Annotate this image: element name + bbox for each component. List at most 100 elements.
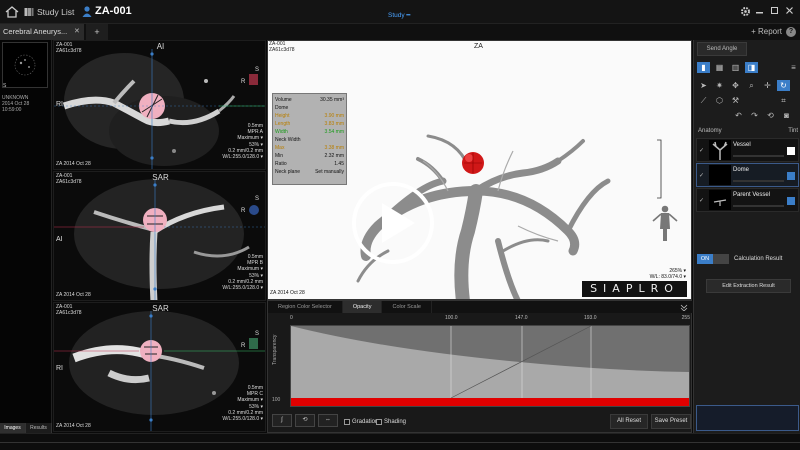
opacity-curve-graph[interactable] [290,325,690,407]
play-icon[interactable] [351,181,435,265]
add-tab-button[interactable]: + [86,24,108,40]
minimize-icon[interactable] [755,6,764,15]
gradation-checkbox[interactable]: Gradation [344,419,378,425]
window-level-select[interactable]: W/L:255.0/128.0 ▾ [222,416,263,422]
crosshair-icon[interactable]: ✛ [761,80,774,91]
patient-tab[interactable]: ZA-001 [82,5,132,17]
home-icon[interactable] [5,6,19,18]
tab-color-scale[interactable]: Color Scale [382,301,432,313]
color-ramp-bar [291,398,689,406]
axis-tick: 0 [290,315,293,321]
rotate-icon[interactable]: ↻ [777,80,790,91]
aneurysm-measurement-panel[interactable]: Volume 30.35 mm³ Dome Height 3.90 mm Lengt… [272,93,347,185]
calculation-result-toggle[interactable]: ON [697,254,729,264]
shading-label: Shading [384,419,407,425]
measure-row: Neck Width [275,136,344,144]
measure-row: Length 3.83 mm [275,120,344,128]
pan-icon[interactable]: ✥ [729,80,742,91]
menu-icon[interactable]: ≡ [787,62,800,73]
volume-render-view[interactable]: ZA-001 ZA61c3d78 ZA Volume 30.35 mm³ Dome… [267,40,692,300]
zoom-icon[interactable]: ⌕ [745,80,758,91]
measure-row: Ratio 1.45 [275,160,344,168]
measure-row: Width 3.54 mm [275,128,344,136]
study-list-button[interactable]: Study List [24,6,74,18]
mpr-view-c[interactable]: ZA-001 ZA61c3d78 SAR RI S R 0.5mm MPR C … [53,302,266,432]
tab-close-icon[interactable]: ✕ [74,27,80,35]
tab-region-color-selector[interactable]: Region Color Selector [268,301,343,313]
layout-2x2-icon[interactable]: ▦ [713,62,726,73]
notes-box[interactable] [696,405,799,431]
study-list-label: Study List [37,7,75,17]
opacity-slider[interactable] [733,155,784,157]
series-header: ZA-001 ZA61c3d78 [269,41,295,53]
window-level-select[interactable]: W/L:255.0/128.0 ▾ [222,285,263,291]
report-button[interactable]: + Report [751,27,782,36]
checkbox-box[interactable] [376,419,382,425]
close-icon[interactable] [785,6,794,15]
curve-range-button[interactable]: ⇔ [318,414,338,427]
crop-icon[interactable]: ⌗ [777,95,790,106]
camera-icon[interactable]: ◙ [780,110,793,121]
curve-edit-button[interactable]: ⟲ [295,414,315,427]
tab-opacity[interactable]: Opacity [342,301,383,313]
edit-extraction-result-button[interactable]: Edit Extraction Result [706,279,791,293]
visibility-check-icon[interactable]: ✓ [699,172,704,179]
volume-icon[interactable]: ⬡ [713,95,726,106]
ortho-left-label: R [241,208,246,214]
opacity-slider[interactable] [733,180,784,182]
visibility-check-icon[interactable]: ✓ [699,197,704,204]
axis-tick: 193.0 [584,315,597,321]
mpr-view-a[interactable]: ZA-001 ZA61c3d78 AI RI S R 0.5mm MPR A M… [53,40,266,170]
shading-checkbox[interactable]: Shading [376,419,406,425]
mpr-info: 0.5mm MPR A Maximum ▾ 53% ▾ 0.2 mm/0.2 m… [222,123,263,160]
study-menu[interactable]: Study ━ [388,11,410,19]
wrench-icon[interactable]: ⚒ [729,95,742,106]
gradation-label: Gradation [352,419,379,425]
zoom-info: 265% ▾ W/L: 83.0/74.0 ▾ [650,268,686,280]
tint-swatch[interactable] [787,197,795,205]
workflow-tab-bar: Cerebral Aneurys... ✕ + + Report ? [0,24,800,40]
window-level-select[interactable]: W/L: 83.0/74.0 ▾ [650,274,686,280]
orientation-strip[interactable]: SIAPLRO [582,281,687,297]
settings-icon[interactable] [740,6,751,17]
tab-results[interactable]: Results [26,423,52,433]
tab-images[interactable]: Images [0,423,26,433]
anatomy-item-parent-vessel[interactable]: ✓ Parent Vessel [696,188,799,212]
window-level-icon[interactable]: ✷ [713,80,726,91]
tint-swatch[interactable] [787,172,795,180]
divider [0,442,800,443]
mpr-view-b[interactable]: ZA-001 ZA61c3d78 SAR AI S R 0.5mm MPR B … [53,171,266,301]
curve-shape-button[interactable]: ∫ [272,414,292,427]
measure-key: Min [275,153,284,159]
tab-cerebral-aneurysm[interactable]: Cerebral Aneurys... [0,24,84,40]
restore-icon[interactable] [770,6,779,15]
redo-icon[interactable]: ↷ [748,110,761,121]
tint-swatch[interactable] [787,147,795,155]
series-thumbnail[interactable] [2,42,48,88]
layout-1x1-icon[interactable]: ▮ [697,62,710,73]
ruler-icon[interactable]: ⟋ [697,95,710,106]
reset-icon[interactable]: ⟲ [764,110,777,121]
layout-1x3-icon[interactable]: ▥ [729,62,742,73]
undo-icon[interactable]: ↶ [732,110,745,121]
all-reset-button[interactable]: All Reset [610,414,648,429]
opacity-slider[interactable] [733,205,784,207]
transparency-axis-label: Transparency [272,334,278,365]
anatomy-header: Anatomy [698,128,722,134]
anatomy-item-vessel[interactable]: ✓ Vessel [696,138,799,162]
measure-value: 3.83 mm [324,121,344,127]
anatomy-item-dome[interactable]: ✓ Dome [696,163,799,187]
layout-custom-icon[interactable]: ◨ [745,62,758,73]
collapse-chevron-icon[interactable] [680,303,688,311]
checkbox-box[interactable] [344,419,350,425]
window-level-select[interactable]: W/L:255.0/128.0 ▾ [222,154,263,160]
help-icon[interactable]: ? [786,27,796,37]
visibility-check-icon[interactable]: ✓ [699,147,704,154]
pointer-icon[interactable]: ➤ [697,80,710,91]
measure-value[interactable]: Set manually [315,169,344,175]
mpr-info: 0.5mm MPR B Maximum ▾ 53% ▾ 0.2 mm/0.2 m… [222,254,263,291]
save-preset-button[interactable]: Save Preset [651,414,691,429]
send-angle-button[interactable]: Send Angle [697,42,747,56]
measure-key: Width [275,129,288,135]
axis-tick: 147.0 [515,315,528,321]
